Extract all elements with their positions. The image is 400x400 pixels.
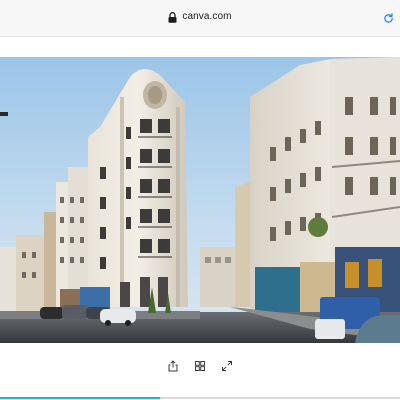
grid-view-button[interactable] [194, 360, 206, 372]
lock-icon [168, 11, 177, 23]
grid-icon [195, 361, 205, 371]
share-icon [168, 360, 178, 372]
expand-icon [222, 361, 232, 371]
address-bar[interactable]: canva.com [0, 0, 400, 37]
street-scene-photo [0, 57, 400, 343]
browser-window: canva.com [0, 0, 400, 400]
url-text: canva.com [182, 11, 232, 22]
photo-toolbar [0, 356, 400, 376]
url-display[interactable]: canva.com [0, 11, 400, 23]
share-button[interactable] [167, 360, 179, 372]
progress-track [0, 397, 400, 399]
fullscreen-button[interactable] [221, 360, 233, 372]
reload-icon[interactable] [383, 13, 394, 24]
progress-fill [0, 397, 160, 399]
